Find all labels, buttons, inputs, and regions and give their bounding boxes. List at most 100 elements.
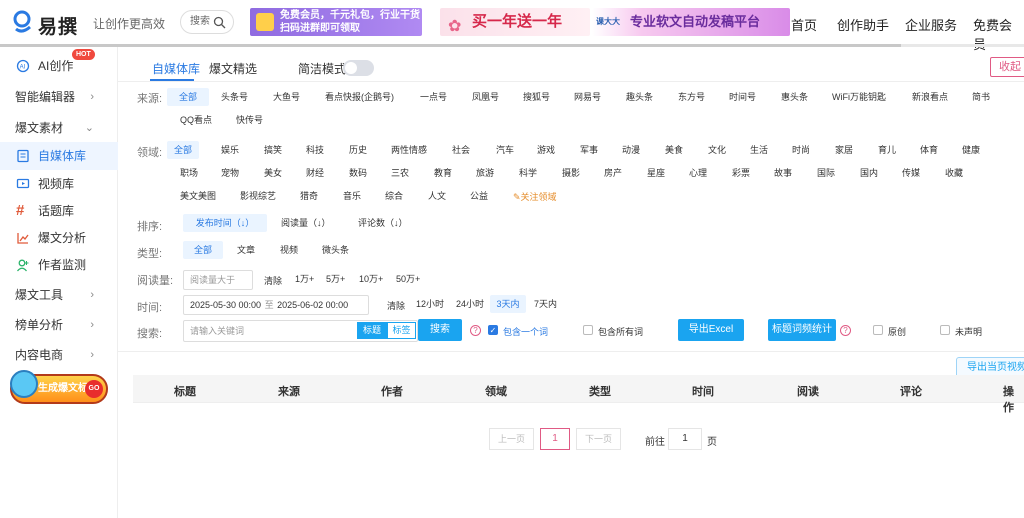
domains-chip[interactable]: 社会 [452, 141, 470, 159]
domains-chip[interactable]: 数码 [349, 164, 367, 182]
scope-tag-button[interactable]: 标签 [387, 322, 416, 339]
contains-all-checkbox[interactable] [583, 325, 593, 335]
domains-chip[interactable]: 音乐 [343, 187, 361, 205]
domains-chip[interactable]: 猎奇 [300, 187, 318, 205]
table-column-header[interactable]: 标题 [174, 383, 196, 399]
domains-chip[interactable]: 故事 [774, 164, 792, 182]
domains-chip[interactable]: 房产 [604, 164, 622, 182]
table-column-header[interactable]: 阅读 [797, 383, 819, 399]
sources-chip[interactable]: 趣头条 [626, 88, 653, 106]
table-column-header[interactable]: 时间 [692, 383, 714, 399]
domains-chip[interactable]: 游戏 [537, 141, 555, 159]
reads-chip[interactable]: 5万+ [326, 270, 345, 288]
sidebar-group-ranking[interactable]: 榜单分析 › [0, 311, 118, 339]
sources-chip[interactable]: 全部 [167, 88, 209, 106]
reads-clear-button[interactable]: 清除 [264, 274, 282, 287]
domains-chip[interactable]: 国内 [860, 164, 878, 182]
domains-chip[interactable]: 美文美图 [180, 187, 216, 205]
sidebar-item-topic[interactable]: # 话题库 [0, 197, 118, 225]
sidebar-group-ecommerce[interactable]: 内容电商 › [0, 341, 118, 369]
domains-chip[interactable]: 公益 [470, 187, 488, 205]
domains-chip[interactable]: 两性情感 [391, 141, 427, 159]
types-chip[interactable]: 微头条 [322, 241, 349, 259]
follow-domain-link[interactable]: ✎关注领域 [513, 188, 557, 206]
original-checkbox[interactable] [873, 325, 883, 335]
domains-chip[interactable]: 综合 [385, 187, 403, 205]
page-current[interactable]: 1 [540, 428, 570, 450]
search-button[interactable]: 搜索 [418, 319, 462, 341]
domains-chip[interactable]: 时尚 [792, 141, 810, 159]
simple-mode-toggle[interactable] [343, 60, 374, 76]
sources-chip[interactable]: 新浪看点 [912, 88, 948, 106]
logo-text[interactable]: 易撰 [38, 12, 78, 39]
goto-input[interactable]: 1 [668, 428, 702, 450]
nav-enterprise[interactable]: 企业服务 [905, 15, 957, 34]
sources-chip[interactable]: 惠头条 [781, 88, 808, 106]
table-column-header[interactable]: 来源 [278, 383, 300, 399]
prev-page-button[interactable]: 上一页 [489, 428, 534, 450]
domains-chip[interactable]: 动漫 [622, 141, 640, 159]
nav-home[interactable]: 首页 [791, 15, 817, 34]
sorts-chip[interactable]: 阅读量（↓） [281, 214, 331, 232]
time-clear-button[interactable]: 清除 [387, 299, 405, 312]
tab-media-library[interactable]: 自媒体库 [152, 60, 200, 77]
sources-chip[interactable]: 简书 [972, 88, 990, 106]
times-chip[interactable]: 12小时 [416, 295, 444, 313]
collapse-button[interactable]: 收起 [990, 57, 1024, 77]
sidebar-group-tools[interactable]: 爆文工具 › [0, 281, 118, 309]
export-excel-button[interactable]: 导出Excel [678, 319, 744, 341]
types-chip[interactable]: 文章 [237, 241, 255, 259]
sources-chip[interactable]: 看点快报(企鹅号) [325, 88, 394, 106]
sidebar-item-editor[interactable]: 智能编辑器 › [0, 83, 118, 111]
help-icon[interactable]: ? [470, 325, 481, 336]
sources-chip[interactable]: 大鱼号 [273, 88, 300, 106]
domains-chip[interactable]: 星座 [647, 164, 665, 182]
sources-chip[interactable]: 头条号 [221, 88, 248, 106]
domains-chip[interactable]: 收藏 [945, 164, 963, 182]
title-freq-button[interactable]: 标题词频统计 [768, 319, 836, 341]
domains-chip[interactable]: 美食 [665, 141, 683, 159]
help-icon[interactable]: ? [840, 325, 851, 336]
reads-chip[interactable]: 50万+ [396, 270, 420, 288]
domains-chip[interactable]: 育儿 [878, 141, 896, 159]
table-column-header[interactable]: 类型 [589, 383, 611, 399]
promo-banner-kedada[interactable]: 课大大 专业软文自动发稿平台 [592, 8, 790, 36]
nav-free-member[interactable]: 免费会员 [973, 15, 1024, 53]
domains-chip[interactable]: 旅游 [476, 164, 494, 182]
domains-chip[interactable]: 家居 [835, 141, 853, 159]
tab-featured[interactable]: 爆文精选 [209, 60, 257, 77]
next-page-button[interactable]: 下一页 [576, 428, 621, 450]
domains-chip[interactable]: 汽车 [496, 141, 514, 159]
domains-chip[interactable]: 军事 [580, 141, 598, 159]
domains-chip[interactable]: 影视综艺 [240, 187, 276, 205]
table-column-header[interactable]: 作者 [381, 383, 403, 399]
domains-chip[interactable]: 教育 [434, 164, 452, 182]
domains-chip[interactable]: 全部 [167, 141, 199, 159]
domains-chip[interactable]: 文化 [708, 141, 726, 159]
times-chip[interactable]: 7天内 [534, 295, 557, 313]
domains-chip[interactable]: 三农 [391, 164, 409, 182]
table-column-header[interactable]: 领域 [485, 383, 507, 399]
generate-title-button[interactable]: 生成爆文标题 GO [10, 370, 108, 404]
promo-banner-member[interactable]: 免费会员，千元礼包，行业干货 扫码进群即可领取 [250, 8, 422, 36]
domains-chip[interactable]: 宠物 [221, 164, 239, 182]
promo-banner-sale[interactable]: ✿ 买一年送一年 [440, 8, 590, 36]
reads-chip[interactable]: 10万+ [359, 270, 383, 288]
domains-chip[interactable]: 彩票 [732, 164, 750, 182]
domains-chip[interactable]: 传媒 [902, 164, 920, 182]
domains-chip[interactable]: 健康 [962, 141, 980, 159]
domains-chip[interactable]: 体育 [920, 141, 938, 159]
sources-chip[interactable]: 网易号 [574, 88, 601, 106]
types-chip[interactable]: 视频 [280, 241, 298, 259]
sources-chip[interactable]: WiFi万能钥匙 [832, 88, 886, 106]
sidebar-item-analysis[interactable]: 爆文分析 [0, 224, 118, 252]
sources-chip[interactable]: 时间号 [729, 88, 756, 106]
domains-chip[interactable]: 职场 [180, 164, 198, 182]
domains-chip[interactable]: 搞笑 [264, 141, 282, 159]
domains-chip[interactable]: 财经 [306, 164, 324, 182]
header-search-button[interactable]: 搜索 [180, 10, 234, 34]
sidebar-item-media-library[interactable]: 自媒体库 [0, 142, 118, 170]
sources-chip[interactable]: 搜狐号 [523, 88, 550, 106]
domains-chip[interactable]: 国际 [817, 164, 835, 182]
domains-chip[interactable]: 历史 [349, 141, 367, 159]
